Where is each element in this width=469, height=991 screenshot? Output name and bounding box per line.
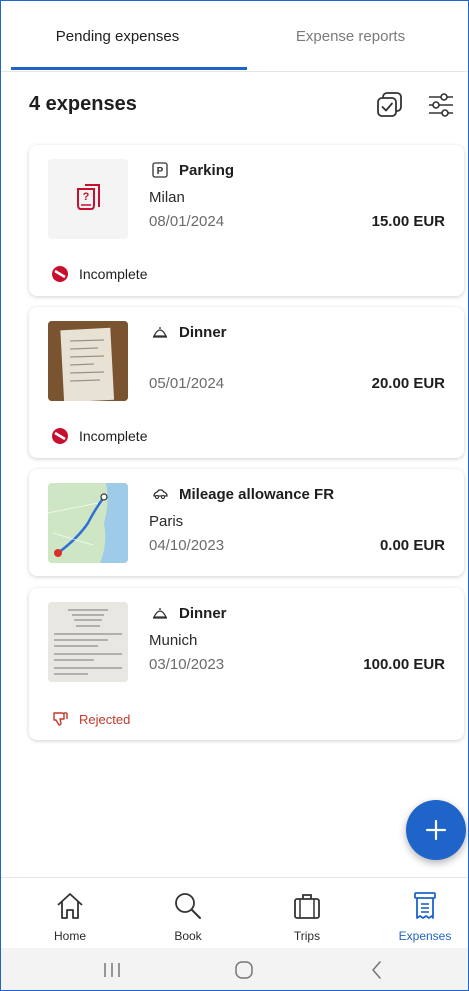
expense-amount: 20.00 EUR [371, 375, 445, 392]
nav-trips[interactable]: Trips [249, 878, 365, 948]
expense-date: 08/01/2024 [149, 213, 225, 230]
expense-card[interactable]: Mileage allowance FR Paris 04/10/2023 0.… [29, 469, 464, 576]
receipt-photo [48, 321, 128, 401]
expense-card[interactable]: Dinner 05/01/2024 20.00 EUR Incomplete [29, 307, 464, 458]
parking-icon: P [151, 161, 169, 179]
svg-text:?: ? [83, 191, 90, 203]
category-label: Dinner [179, 323, 227, 341]
recent-apps-icon[interactable] [101, 960, 123, 980]
status-label: Rejected [79, 711, 131, 727]
expense-card[interactable]: ? P Parking Milan 08/01/2024 15.00 EUR I… [29, 145, 464, 296]
expense-count: 4 expenses [29, 93, 137, 115]
plus-icon [425, 819, 447, 841]
route-map [48, 483, 128, 563]
incomplete-icon [52, 428, 68, 444]
expense-amount: 0.00 EUR [379, 537, 445, 554]
suitcase-icon [294, 894, 320, 919]
category-label: Mileage allowance FR [179, 485, 335, 503]
receipt-icon [414, 892, 436, 919]
missing-receipt-icon: ? [48, 159, 128, 239]
receipt-scan [48, 602, 128, 682]
status-label: Incomplete [79, 266, 148, 282]
status-badge: Incomplete [51, 427, 147, 445]
expense-date: 04/10/2023 [149, 537, 225, 554]
nav-label: Expenses [398, 929, 452, 943]
nav-label: Trips [293, 929, 321, 943]
tab-expense-reports[interactable]: Expense reports [234, 1, 467, 71]
home-circle-icon[interactable] [233, 959, 255, 981]
nav-book[interactable]: Book [130, 878, 246, 948]
svg-text:P: P [157, 166, 164, 177]
filter-sliders-icon[interactable] [425, 89, 457, 121]
incomplete-icon [52, 266, 68, 282]
expense-category: Mileage allowance FR [151, 485, 334, 503]
expense-city: Paris [149, 513, 184, 530]
expense-category: Dinner [151, 323, 227, 341]
tab-bar: Pending expenses Expense reports [1, 1, 468, 72]
search-icon [175, 893, 201, 919]
active-tab-indicator [11, 67, 247, 70]
select-all-icon[interactable] [374, 89, 406, 121]
expense-category: P Parking [151, 161, 234, 179]
expense-amount: 15.00 EUR [371, 213, 445, 230]
expense-card[interactable]: Dinner Munich 03/10/2023 100.00 EUR Reje… [29, 588, 464, 740]
home-icon [57, 893, 83, 919]
status-badge: Rejected [51, 710, 130, 728]
category-label: Dinner [179, 604, 227, 622]
cloche-icon [151, 323, 169, 341]
cloche-icon [151, 604, 169, 622]
expense-amount: 100.00 EUR [363, 656, 445, 673]
expense-city: Milan [149, 189, 185, 206]
status-badge: Incomplete [51, 265, 147, 283]
status-label: Incomplete [79, 428, 148, 444]
app-frame: Pending expenses Expense reports 4 expen… [0, 0, 469, 991]
expense-date: 05/01/2024 [149, 375, 225, 392]
add-expense-button[interactable] [406, 800, 466, 860]
back-icon[interactable] [369, 959, 385, 981]
expense-city: Munich [149, 632, 198, 649]
bottom-navigation: Home Book Trips Expenses [1, 877, 468, 948]
expense-category: Dinner [151, 604, 227, 622]
expense-date: 03/10/2023 [149, 656, 225, 673]
nav-expenses[interactable]: Expenses [367, 878, 468, 948]
nav-label: Book [174, 929, 202, 943]
nav-home[interactable]: Home [12, 878, 128, 948]
tab-pending-expenses[interactable]: Pending expenses [1, 1, 234, 71]
system-navigation-bar [1, 948, 468, 990]
category-label: Parking [179, 161, 235, 179]
car-icon [151, 485, 169, 503]
nav-label: Home [53, 929, 86, 943]
thumbs-down-icon [53, 712, 68, 726]
